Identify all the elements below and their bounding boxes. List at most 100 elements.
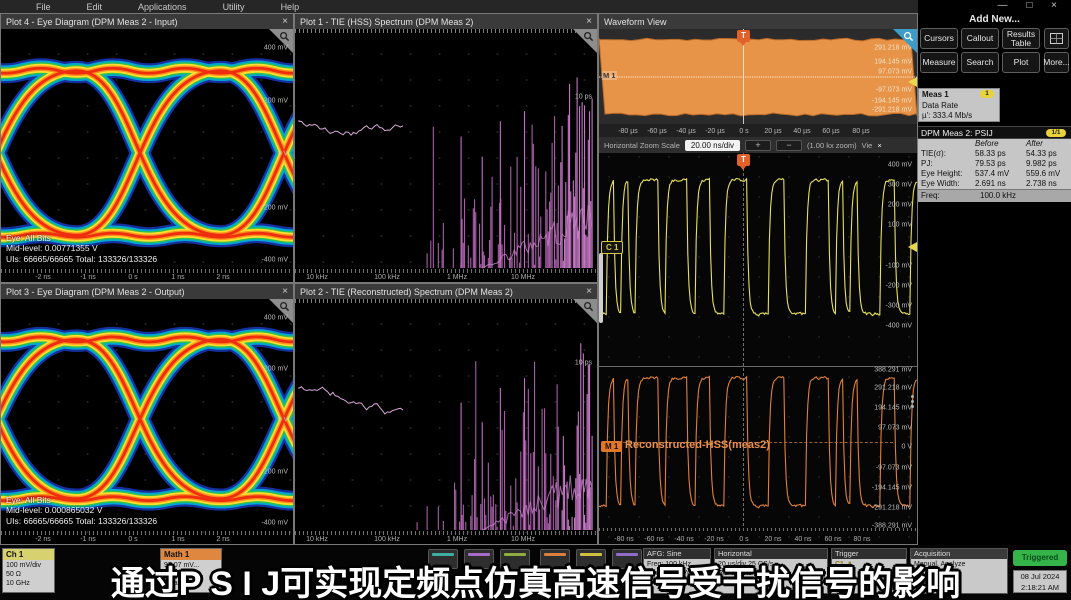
x-axis-label: 100 kHz bbox=[374, 274, 400, 281]
x-axis-label: 1 ns bbox=[171, 536, 184, 543]
x-axis-label: 0 s bbox=[128, 536, 137, 543]
trigger-level-arrow[interactable] bbox=[908, 242, 917, 252]
x-axis-label: -2 ns bbox=[35, 536, 51, 543]
scrollbar-thumb[interactable] bbox=[599, 253, 603, 323]
m1-overview-label: M 1 bbox=[602, 71, 617, 80]
close-icon[interactable]: × bbox=[1051, 0, 1065, 11]
y-axis-label: 200 mV bbox=[264, 98, 288, 105]
results-table-button[interactable]: Results Table bbox=[1002, 28, 1040, 49]
tie-hss-spectrum bbox=[295, 29, 597, 282]
freq-label: Freq: bbox=[921, 190, 940, 202]
y-axis-label: 400 mV bbox=[264, 45, 288, 52]
plot2-body: 10 ps 10 kHz 100 kHz 1 MHz 10 MHz bbox=[295, 299, 597, 544]
m1-y-label: 291.218 mV bbox=[874, 385, 912, 392]
m1-trace-label: Reconstructed-HSS(meas2) bbox=[625, 439, 770, 451]
plot3-body: 400 mV 200 mV 0 V -200 mV -400 mV -2 ns … bbox=[1, 299, 293, 544]
m1-badge[interactable]: M 1 bbox=[601, 441, 622, 452]
callout-button[interactable]: Callout bbox=[961, 28, 999, 49]
x-axis-ruler bbox=[295, 531, 597, 535]
menu-utility[interactable]: Utility bbox=[223, 2, 245, 12]
ch1-y-label: 300 mV bbox=[888, 182, 912, 189]
table-row: Eye Width:2.691 ns2.738 ns bbox=[918, 179, 1071, 189]
drag-handle[interactable] bbox=[911, 395, 914, 410]
ch1-y-label: -200 mV bbox=[886, 283, 912, 290]
m1-x-label: -60 ns bbox=[644, 536, 663, 543]
plot4-titlebar[interactable]: Plot 4 - Eye Diagram (DPM Meas 2 - Input… bbox=[1, 14, 293, 30]
overview-y-label: -194.145 mV bbox=[872, 98, 912, 105]
ch1-y-label: 200 mV bbox=[888, 202, 912, 209]
overview-band bbox=[599, 29, 917, 124]
menu-help[interactable]: Help bbox=[281, 2, 300, 12]
x-axis-label: 10 MHz bbox=[511, 536, 535, 543]
plot1-title: Plot 1 - TIE (HSS) Spectrum (DPM Meas 2) bbox=[300, 17, 473, 27]
overview-y-label: -97.073 mV bbox=[876, 87, 912, 94]
waveform-view-titlebar[interactable]: Waveform View bbox=[599, 14, 917, 30]
menu-applications[interactable]: Applications bbox=[138, 2, 187, 12]
trigger-marker[interactable]: T bbox=[737, 154, 750, 166]
trigger-marker[interactable]: T bbox=[737, 30, 750, 42]
close-icon[interactable]: × bbox=[877, 141, 881, 150]
measure-button[interactable]: Measure bbox=[920, 52, 958, 73]
y-axis-label: 10 ps bbox=[575, 94, 592, 101]
menu-edit[interactable]: Edit bbox=[87, 2, 103, 12]
minimize-icon[interactable]: — bbox=[998, 0, 1016, 11]
menu-file[interactable]: File bbox=[36, 2, 51, 12]
plot2-titlebar[interactable]: Plot 2 - TIE (Reconstructed) Spectrum (D… bbox=[295, 284, 597, 300]
zoom-out-button[interactable]: − bbox=[776, 140, 802, 151]
magnifier-icon bbox=[903, 31, 914, 42]
overview-y-label: 194.145 mV bbox=[874, 59, 912, 66]
horizontal-zoom-bar: Horizontal Zoom Scale 20.00 ns/div + − (… bbox=[599, 137, 917, 153]
table-row: TIE(σ):58.33 ps54.33 ps bbox=[918, 149, 1071, 159]
zoom-scale-label: Horizontal Zoom Scale bbox=[604, 141, 680, 150]
x-axis-ruler bbox=[295, 269, 597, 273]
ch1-badge-title: Ch 1 bbox=[3, 549, 54, 560]
close-icon[interactable]: × bbox=[282, 287, 288, 297]
meas1-value: µ': 333.4 Mb/s bbox=[922, 111, 996, 122]
ch1-waveform bbox=[599, 153, 917, 366]
plot1-titlebar[interactable]: Plot 1 - TIE (HSS) Spectrum (DPM Meas 2)… bbox=[295, 14, 597, 30]
col-after: After bbox=[1026, 139, 1043, 149]
datetime-box: 08 Jul 2024 2:18:21 AM bbox=[1013, 570, 1067, 593]
ch1-y-label: 100 mV bbox=[888, 222, 912, 229]
col-before: Before bbox=[975, 139, 999, 149]
zoom-in-button[interactable]: + bbox=[745, 140, 771, 151]
m1-x-label: 40 ns bbox=[794, 536, 811, 543]
x-axis-label: -1 ns bbox=[80, 274, 96, 281]
x-axis-label: 100 kHz bbox=[374, 536, 400, 543]
plot-button[interactable]: Plot bbox=[1002, 52, 1040, 73]
dpm-results-table: Before After TIE(σ):58.33 ps54.33 ps PJ:… bbox=[918, 139, 1071, 189]
x-axis-label: 2 ns bbox=[216, 274, 229, 281]
y-axis-label: -200 mV bbox=[262, 469, 288, 476]
table-row: PJ:79.53 ps9.982 ps bbox=[918, 159, 1071, 169]
plot2-title: Plot 2 - TIE (Reconstructed) Spectrum (D… bbox=[300, 287, 513, 297]
x-axis-label: 1 MHz bbox=[447, 274, 467, 281]
close-icon[interactable]: × bbox=[282, 17, 288, 27]
maximize-icon[interactable]: □ bbox=[1026, 0, 1040, 11]
view-label: Vie bbox=[862, 141, 873, 150]
x-axis-label: -2 ns bbox=[35, 274, 51, 281]
search-button[interactable]: Search bbox=[961, 52, 999, 73]
m1-y-label: -97.073 mV bbox=[876, 465, 912, 472]
display-settings-button[interactable] bbox=[1044, 28, 1069, 49]
ch1-y-label: 400 mV bbox=[888, 162, 912, 169]
zoom-scale-value[interactable]: 20.00 ns/div bbox=[685, 140, 740, 151]
plot3-titlebar[interactable]: Plot 3 - Eye Diagram (DPM Meas 2 - Outpu… bbox=[1, 284, 293, 300]
ch1-channel-badge[interactable]: Ch 1 100 mV/div 50 Ω 10 GHz bbox=[2, 548, 55, 593]
x-axis-label: 0 s bbox=[128, 274, 137, 281]
y-axis-label: 10 ps bbox=[575, 360, 592, 367]
cursors-button[interactable]: Cursors bbox=[920, 28, 958, 49]
plot4-body: 400 mV 200 mV 0 V -200 mV -400 mV -2 ns … bbox=[1, 29, 293, 282]
more-button[interactable]: More... bbox=[1044, 52, 1069, 73]
x-axis-ruler bbox=[599, 528, 917, 531]
m1-y-label: -291.218 mV bbox=[872, 505, 912, 512]
waveform-overview[interactable]: T M 1 291.218 mV 194.145 mV 97.073 mV -9… bbox=[599, 29, 917, 124]
m1-x-label: -40 ns bbox=[674, 536, 693, 543]
close-icon[interactable]: × bbox=[586, 17, 592, 27]
plot4-title: Plot 4 - Eye Diagram (DPM Meas 2 - Input… bbox=[6, 17, 178, 27]
overview-y-label: 97.073 mV bbox=[878, 69, 912, 76]
marker-arrow bbox=[908, 77, 917, 87]
ch1-badge[interactable]: C 1 bbox=[601, 241, 623, 254]
zoomed-waveform-area[interactable]: T C 1 400 mV 300 mV 200 mV 100 mV -100 m… bbox=[599, 153, 917, 544]
close-icon[interactable]: × bbox=[586, 287, 592, 297]
meas1-type: Data Rate bbox=[922, 101, 996, 112]
